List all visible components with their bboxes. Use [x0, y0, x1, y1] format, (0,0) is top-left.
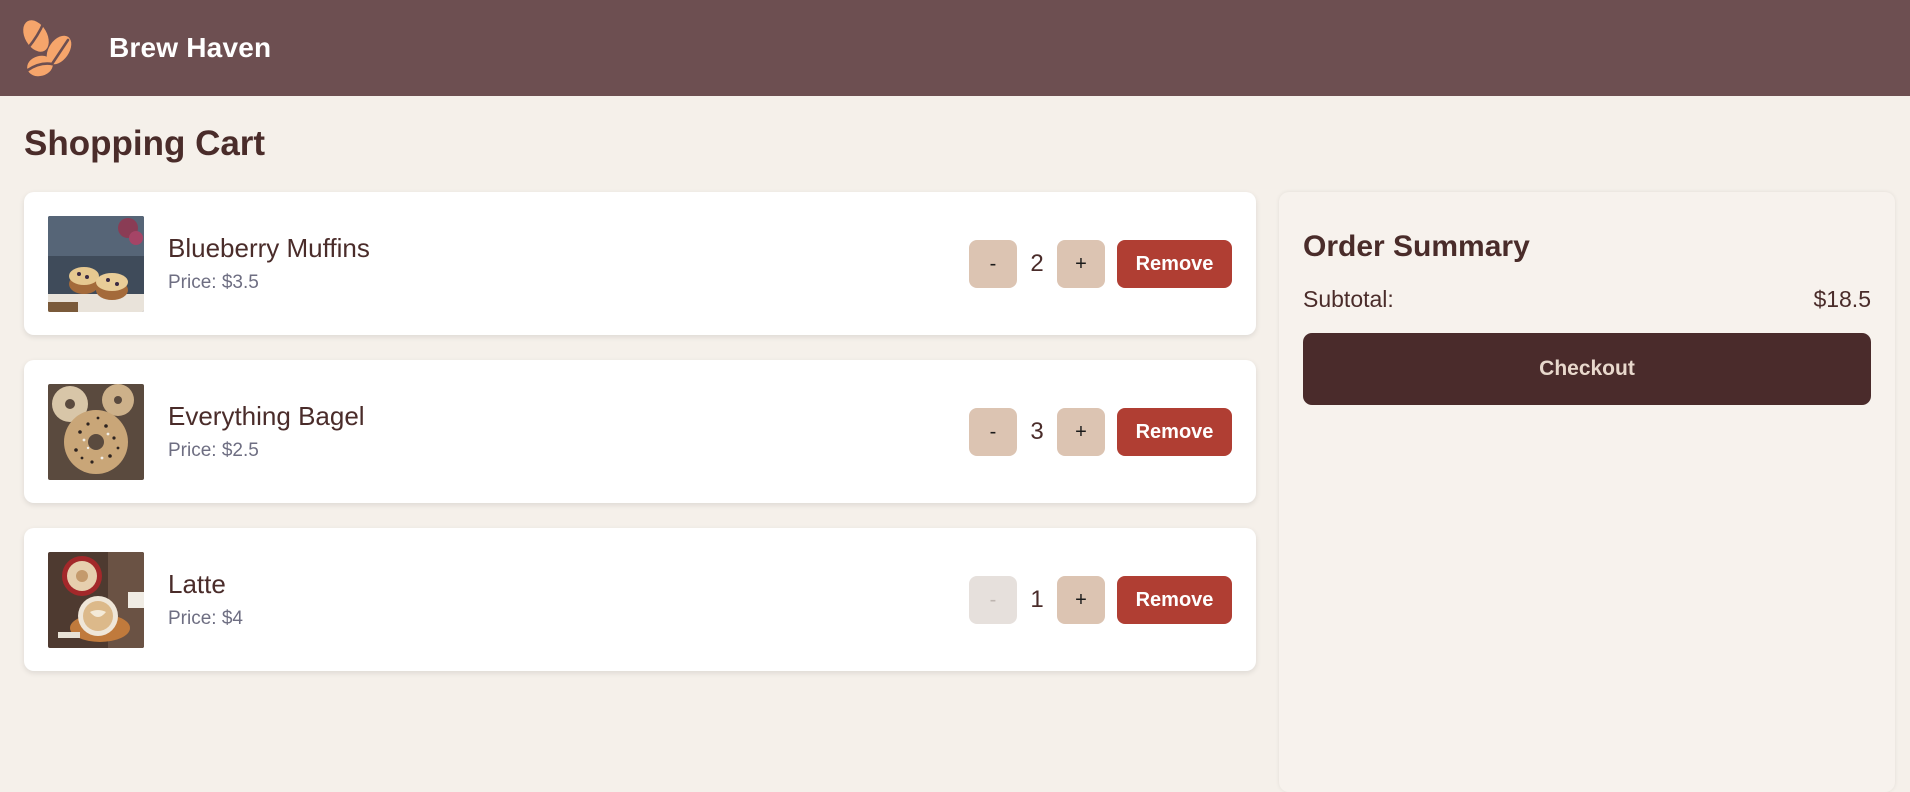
item-name: Latte — [168, 569, 226, 599]
top-bar: Brew Haven — [0, 0, 1910, 96]
remove-button[interactable]: Remove — [1117, 576, 1232, 624]
increment-button[interactable]: + — [1057, 408, 1105, 456]
item-info: Everything Bagel Price: $2.5 — [168, 401, 365, 462]
subtotal-row: Subtotal: $18.5 — [1303, 286, 1871, 313]
remove-button[interactable]: Remove — [1117, 408, 1232, 456]
order-summary-title: Order Summary — [1303, 230, 1530, 263]
quantity-controls: - 2 + Remove — [969, 240, 1232, 288]
item-info: Blueberry Muffins Price: $3.5 — [168, 233, 370, 294]
subtotal-value: $18.5 — [1813, 286, 1871, 312]
item-info: Latte Price: $4 — [168, 569, 243, 630]
page-title: Shopping Cart — [24, 124, 266, 163]
remove-button[interactable]: Remove — [1117, 240, 1232, 288]
cart-item: Blueberry Muffins Price: $3.5 - 2 + Remo… — [24, 192, 1256, 335]
quantity-value: 3 — [1030, 418, 1044, 445]
decrement-button[interactable]: - — [969, 408, 1017, 456]
coffee-beans-icon[interactable] — [14, 14, 82, 82]
brand-name[interactable]: Brew Haven — [109, 32, 271, 64]
decrement-button[interactable]: - — [969, 240, 1017, 288]
quantity-value: 1 — [1030, 586, 1044, 613]
increment-button[interactable]: + — [1057, 240, 1105, 288]
increment-button[interactable]: + — [1057, 576, 1105, 624]
subtotal-label: Subtotal: — [1303, 286, 1394, 312]
cart-item-list: Blueberry Muffins Price: $3.5 - 2 + Remo… — [24, 192, 1256, 696]
quantity-value: 2 — [1030, 250, 1044, 277]
item-name: Blueberry Muffins — [168, 233, 370, 263]
decrement-button[interactable]: - — [969, 576, 1017, 624]
cart-item: Everything Bagel Price: $2.5 - 3 + Remov… — [24, 360, 1256, 503]
item-name: Everything Bagel — [168, 401, 365, 431]
quantity-controls: - 1 + Remove — [969, 576, 1232, 624]
item-price: Price: $4 — [168, 608, 243, 629]
item-price: Price: $2.5 — [168, 440, 259, 461]
checkout-button[interactable]: Checkout — [1303, 333, 1871, 405]
bagel-image — [48, 383, 144, 480]
order-summary-panel: Order Summary Subtotal: $18.5 Checkout — [1279, 192, 1895, 792]
cart-item: Latte Price: $4 - 1 + Remove — [24, 528, 1256, 671]
quantity-controls: - 3 + Remove — [969, 408, 1232, 456]
latte-image — [48, 551, 144, 648]
item-price: Price: $3.5 — [168, 272, 259, 293]
blueberry-muffin-image — [48, 215, 144, 312]
